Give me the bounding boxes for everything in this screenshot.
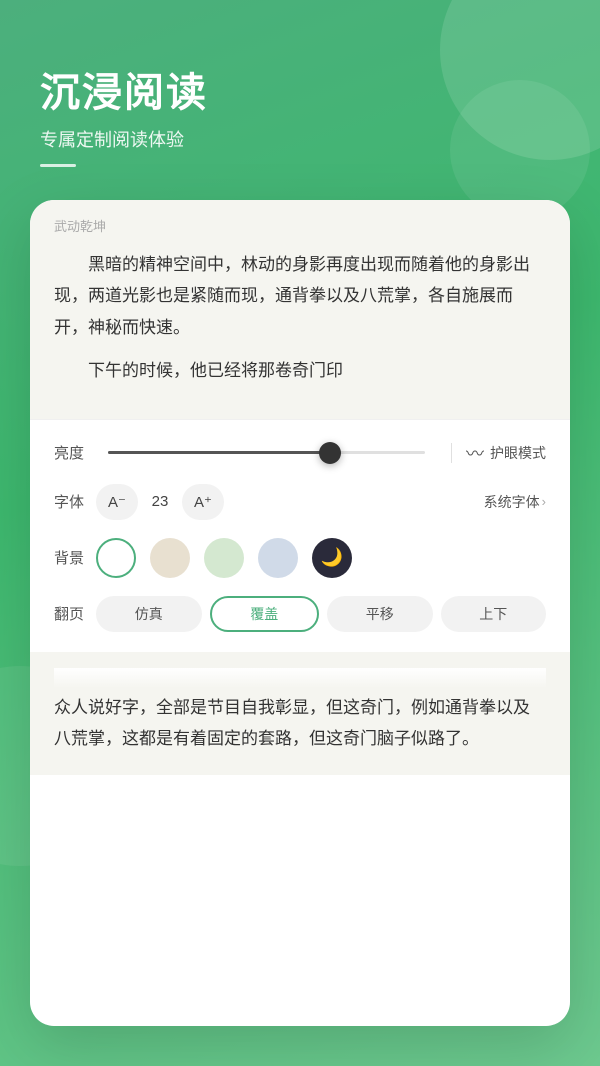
slider-track (108, 451, 425, 454)
bg-option-white[interactable] (96, 538, 136, 578)
background-row: 背景 🌙 (54, 538, 546, 578)
bottom-reading-area: 众人说好字，全部是节目自我彰显，但这奇门，例如通背拳以及八荒掌，这都是有着固定的… (30, 652, 570, 775)
font-label: 字体 (54, 491, 96, 512)
book-title: 武动乾坤 (54, 216, 546, 235)
bg-option-green[interactable] (204, 538, 244, 578)
bg-label: 背景 (54, 547, 96, 568)
bottom-reading-text: 众人说好字，全部是节目自我彰显，但这奇门，例如通背拳以及八荒掌，这都是有着固定的… (54, 692, 546, 755)
eye-icon: 〰 (466, 440, 484, 466)
pageturn-slide[interactable]: 平移 (327, 596, 433, 632)
pageturn-simulated[interactable]: 仿真 (96, 596, 202, 632)
font-size-display: 23 (148, 493, 172, 510)
reading-fade (30, 389, 570, 419)
bg-options: 🌙 (96, 538, 546, 578)
bg-option-dark[interactable]: 🌙 (312, 538, 352, 578)
slider-thumb[interactable] (319, 442, 341, 464)
reading-para-1: 黑暗的精神空间中，林动的身影再度出现而随着他的身影出现，两道光影也是紧随而现，通… (54, 249, 546, 343)
reading-para-2: 下午的时候，他已经将那卷奇门印 (54, 355, 546, 386)
font-increase-button[interactable]: A⁺ (182, 484, 224, 520)
main-card: 武动乾坤 黑暗的精神空间中，林动的身影再度出现而随着他的身影出现，两道光影也是紧… (30, 200, 570, 1026)
settings-panel: 亮度 〰 护眼模式 字体 A⁻ 23 A⁺ 系统字体 (30, 419, 570, 652)
header-title: 沉浸阅读 (40, 60, 560, 118)
brightness-slider[interactable] (108, 451, 425, 454)
pageturn-options: 仿真 覆盖 平移 上下 (96, 596, 546, 632)
header: 沉浸阅读 专属定制阅读体验 (0, 0, 600, 187)
font-row: 字体 A⁻ 23 A⁺ 系统字体 › (54, 484, 546, 520)
eye-mode-toggle[interactable]: 〰 护眼模式 (466, 440, 546, 466)
font-family-label: 系统字体 (484, 492, 540, 512)
bottom-para: 众人说好字，全部是节目自我彰显，但这奇门，例如通背拳以及八荒掌，这都是有着固定的… (54, 692, 546, 755)
brightness-label: 亮度 (54, 442, 96, 463)
pageturn-cover[interactable]: 覆盖 (210, 596, 320, 632)
reading-text: 黑暗的精神空间中，林动的身影再度出现而随着他的身影出现，两道光影也是紧随而现，通… (54, 249, 546, 387)
font-family-button[interactable]: 系统字体 › (484, 492, 546, 512)
pageturn-label: 翻页 (54, 603, 96, 624)
slider-fill (108, 451, 330, 454)
eye-mode-label: 护眼模式 (490, 443, 546, 463)
pageturn-row: 翻页 仿真 覆盖 平移 上下 (54, 596, 546, 632)
bottom-fade (54, 668, 546, 688)
bg-option-blue[interactable] (258, 538, 298, 578)
brightness-row: 亮度 〰 护眼模式 (54, 440, 546, 466)
reading-area: 武动乾坤 黑暗的精神空间中，林动的身影再度出现而随着他的身影出现，两道光影也是紧… (30, 200, 570, 419)
bg-option-beige[interactable] (150, 538, 190, 578)
font-controls: A⁻ 23 A⁺ 系统字体 › (96, 484, 546, 520)
moon-icon: 🌙 (321, 547, 343, 568)
font-decrease-button[interactable]: A⁻ (96, 484, 138, 520)
divider (451, 443, 452, 463)
chevron-right-icon: › (542, 494, 546, 509)
header-subtitle: 专属定制阅读体验 (40, 126, 560, 152)
pageturn-updown[interactable]: 上下 (441, 596, 547, 632)
header-line (40, 164, 76, 167)
